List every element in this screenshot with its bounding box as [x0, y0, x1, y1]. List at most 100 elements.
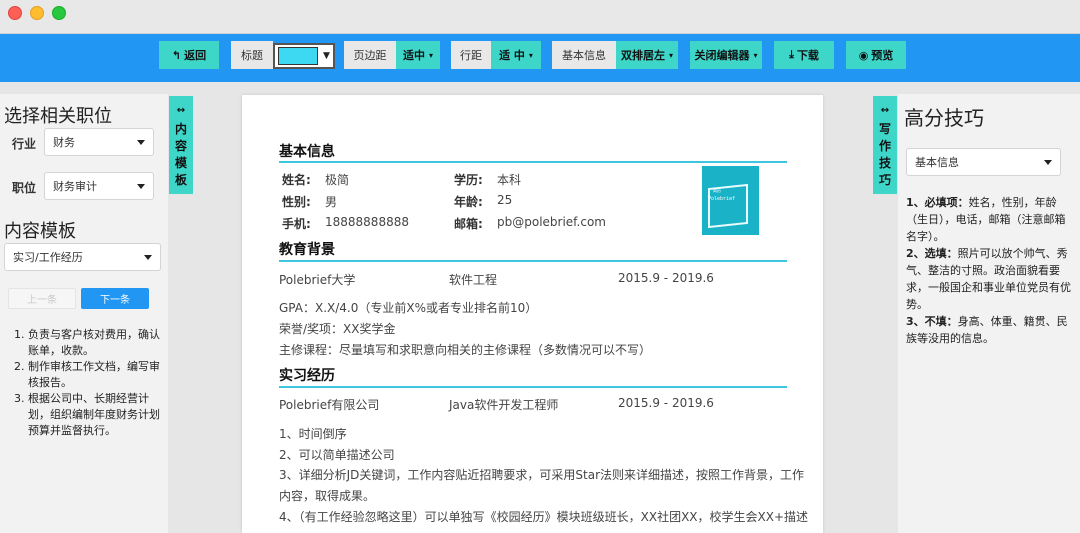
title-color-label: 标题 [231, 41, 273, 69]
chevron-down-icon [137, 140, 145, 145]
basicinfo-value: 双排居左 [620, 49, 665, 62]
template-select[interactable]: 实习/工作经历 [4, 243, 161, 271]
tips-topic-value: 基本信息 [915, 156, 959, 169]
expand-arrows-icon: ↔ [880, 105, 890, 116]
email-label: 邮箱: [454, 217, 483, 231]
maximize-window-button[interactable] [52, 6, 66, 20]
title-label-text: 标题 [241, 49, 263, 62]
job-select-heading: 选择相关职位 [4, 106, 112, 127]
position-value: 财务审计 [53, 180, 97, 193]
next-template-button[interactable]: 下一条 [81, 288, 149, 309]
caret-down-icon: ▼ [323, 51, 330, 61]
name-value[interactable]: 极简 [325, 171, 349, 188]
tab-char: 写 [878, 122, 891, 136]
tip-optional-head: 2、选填： [906, 247, 958, 260]
education-level-value[interactable]: 本科 [497, 171, 521, 188]
tip-optional: 2、选填：照片可以放个帅气、秀气、整洁的寸照。政治面貌看要求，一般国企和事业单位… [906, 245, 1072, 313]
courses-line[interactable]: 主修课程：尽量填写和求职意向相关的主修课程（多数情况可以不写） [279, 341, 651, 358]
eye-icon: ◉ [858, 48, 869, 62]
line-spacing-dropdown[interactable]: 适 中 ▾ [491, 41, 541, 69]
expand-arrows-icon: ↔ [176, 105, 186, 116]
internship-company[interactable]: Polebrief有限公司 [279, 396, 379, 413]
caret-down-icon: ▾ [528, 50, 533, 60]
industry-label: 行业 [12, 137, 37, 151]
content-template-tab[interactable]: ↔ 内 容 模 板 [169, 96, 193, 194]
back-label: 返回 [184, 49, 207, 62]
resume-document: 基本信息 姓名: 极简 性别: 男 手机: 18888888888 学历: 本科… [242, 95, 823, 533]
tab-char: 内 [174, 122, 187, 136]
education-title[interactable]: 教育背景 [279, 239, 335, 259]
photo-logo-text: Polebrief [708, 196, 736, 202]
internship-title[interactable]: 实习经历 [279, 365, 335, 385]
tab-char: 作 [878, 139, 891, 153]
list-item[interactable]: 根据公司中、长期经营计划，组织编制年度财务计划预算并监督执行。 [28, 391, 160, 439]
age-value[interactable]: 25 [497, 193, 512, 207]
minimize-window-button[interactable] [30, 6, 44, 20]
caret-down-icon: ▾ [753, 50, 758, 60]
margin-dropdown[interactable]: 适中 ▾ [396, 41, 440, 69]
honors-line[interactable]: 荣誉/奖项：XX奖学金 [279, 320, 396, 337]
education-period[interactable]: 2015.9 - 2019.6 [618, 271, 714, 285]
margin-value: 适中 [402, 49, 425, 62]
internship-item[interactable]: 1、时间倒序 [279, 425, 347, 442]
download-button[interactable]: ⤓ 下载 [774, 41, 834, 69]
email-value[interactable]: pb@polebrief.com [497, 215, 606, 229]
internship-role[interactable]: Java软件开发工程师 [449, 396, 558, 413]
template-heading: 内容模板 [4, 221, 76, 242]
template-value: 实习/工作经历 [13, 251, 83, 264]
education-major[interactable]: 软件工程 [449, 271, 497, 288]
title-color-swatch [278, 47, 318, 65]
back-button[interactable]: ↰ 返回 [159, 41, 219, 69]
education-level-label: 学历: [454, 173, 483, 187]
tab-char: 技 [878, 156, 891, 170]
preview-label: 预览 [871, 49, 894, 62]
preview-button[interactable]: ◉ 预览 [846, 41, 906, 69]
margin-label: 页边距 [344, 41, 396, 69]
gpa-line[interactable]: GPA：X.X/4.0（专业前X%或者专业排名前10） [279, 299, 537, 316]
tip-omit-head: 3、不填： [906, 315, 958, 328]
caret-down-icon: ▾ [428, 50, 433, 60]
internship-period[interactable]: 2015.9 - 2019.6 [618, 396, 714, 410]
position-label: 职位 [12, 181, 37, 195]
list-item[interactable]: 负责与客户核对费用，确认账单，收款。 [28, 327, 160, 359]
writing-tips-tab[interactable]: ↔ 写 作 技 巧 [873, 96, 897, 194]
profile-photo[interactable]: 简历 Polebrief [702, 166, 759, 235]
basic-info-title[interactable]: 基本信息 [279, 141, 335, 161]
photo-logo-top-text: 简历 [713, 188, 721, 193]
industry-select[interactable]: 财务 [44, 128, 154, 156]
tab-char: 板 [174, 173, 187, 187]
left-panel: 选择相关职位 行业 财务 职位 财务审计 内容模板 实习/工作经历 上一条 下一… [0, 94, 168, 533]
spacing-value: 适 中 [499, 49, 525, 62]
tips-content: 1、必填项：姓名，性别，年龄（生日），电话，邮箱（注意邮箱名字）。 2、选填：照… [906, 194, 1072, 347]
download-label: 下载 [796, 49, 819, 62]
phone-value[interactable]: 18888888888 [325, 215, 409, 229]
download-icon: ⤓ [789, 48, 794, 61]
section-divider [279, 386, 787, 388]
internship-item[interactable]: 2、可以简单描述公司 [279, 446, 395, 463]
tab-char: 巧 [878, 173, 891, 187]
close-window-button[interactable] [8, 6, 22, 20]
name-label: 姓名: [282, 173, 311, 187]
section-divider [279, 260, 787, 262]
education-school[interactable]: Polebrief大学 [279, 271, 355, 288]
caret-down-icon: ▾ [668, 50, 673, 60]
line-spacing-label: 行距 [451, 41, 491, 69]
gender-value[interactable]: 男 [325, 193, 337, 210]
basic-info-layout-dropdown[interactable]: 双排居左 ▾ [616, 41, 678, 69]
gender-label: 性别: [282, 195, 311, 209]
back-arrow-icon: ↰ [171, 48, 182, 62]
internship-item[interactable]: 内容，取得成果。 [279, 487, 375, 504]
list-item[interactable]: 制作审核工作文档，编写审核报告。 [28, 359, 160, 391]
internship-item[interactable]: 4、（有工作经验忽略这里）可以单独写《校园经历》模块班级班长，XX社团XX，校学… [279, 508, 808, 525]
close-editor-label: 关闭编辑器 [694, 49, 750, 62]
tips-topic-select[interactable]: 基本信息 [906, 148, 1061, 176]
internship-item[interactable]: 3、详细分析JD关键词，工作内容贴近招聘要求，可采用Star法则来详细描述，按照… [279, 466, 804, 483]
industry-value: 财务 [53, 136, 75, 149]
age-label: 年龄: [454, 195, 483, 209]
position-select[interactable]: 财务审计 [44, 172, 154, 200]
title-color-picker[interactable]: ▼ [273, 43, 335, 69]
tip-omit: 3、不填：身高、体重、籍贯、民族等没用的信息。 [906, 313, 1072, 347]
tips-heading: 高分技巧 [904, 106, 984, 130]
close-editor-dropdown[interactable]: 关闭编辑器 ▾ [690, 41, 762, 69]
prev-template-button[interactable]: 上一条 [8, 288, 76, 309]
